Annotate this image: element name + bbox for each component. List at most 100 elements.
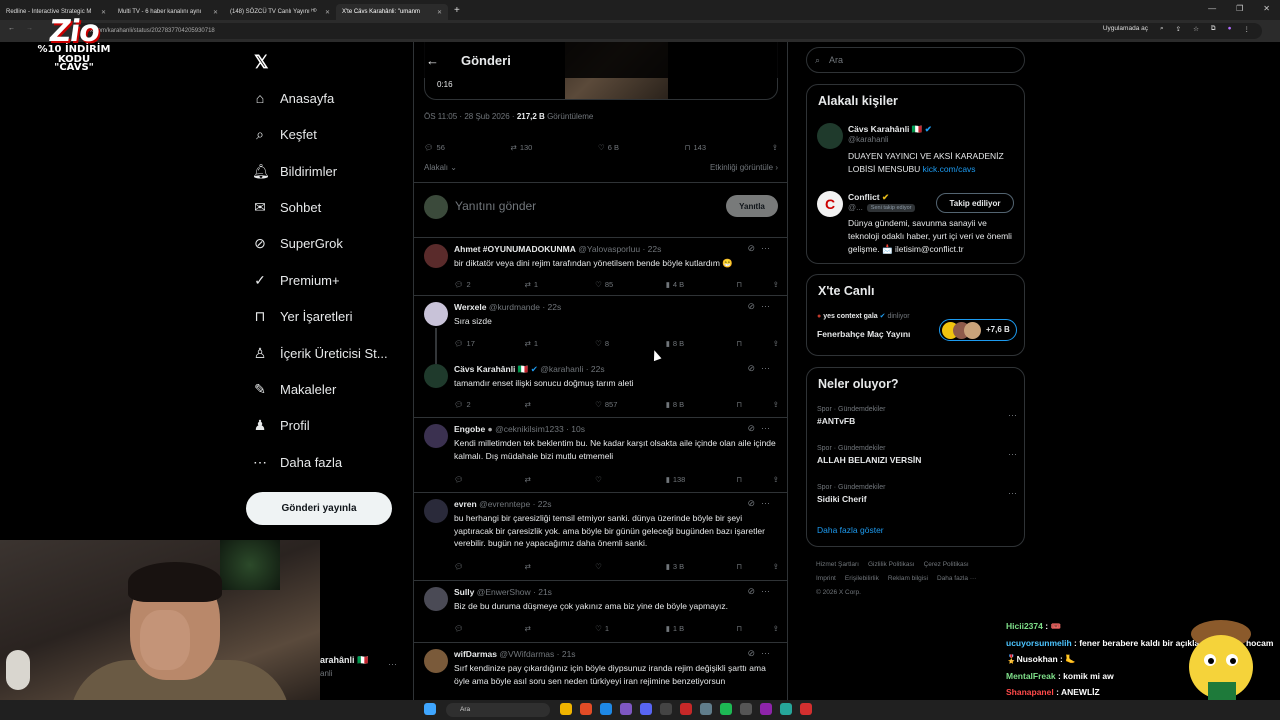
bookmark-action[interactable]: ⊓ 143 xyxy=(685,143,706,152)
more-icon[interactable]: ⋯ xyxy=(1008,488,1017,499)
close-tab-icon[interactable]: ✕ xyxy=(325,9,330,16)
browser-tab[interactable]: (148) SÖZCÜ TV Canlı Yayını ᴴᴰ ✕ xyxy=(224,4,336,20)
star-icon[interactable]: ☆ xyxy=(1193,25,1199,33)
author-handle[interactable]: @kurdmande · 22s xyxy=(489,302,561,312)
more-icon[interactable]: ⋯ xyxy=(761,423,776,433)
nav-item-articles[interactable]: ✎ Makaleler xyxy=(252,381,336,397)
app-icon[interactable] xyxy=(760,703,772,715)
more-icon[interactable]: ⋯ xyxy=(1008,449,1017,460)
author-handle[interactable]: @evrenntepe · 22s xyxy=(479,499,551,509)
reply-action[interactable]: 💬︎ 2 xyxy=(454,400,494,409)
share-icon[interactable]: ⇪ xyxy=(773,475,779,484)
share-icon[interactable]: ⇪ xyxy=(773,280,779,289)
footer-link[interactable]: Hizmet Şartları xyxy=(816,561,859,568)
views-action[interactable]: ▮ 3 B xyxy=(666,562,706,571)
avatar[interactable] xyxy=(424,244,448,268)
url-field[interactable]: x.com/karahanli/status/20278377042059307… xyxy=(72,23,1262,39)
share-icon[interactable]: ⇪ xyxy=(773,624,779,633)
author-handle[interactable]: @VWifdarmas · 21s xyxy=(499,649,575,659)
close-tab-icon[interactable]: ✕ xyxy=(101,9,106,16)
chrome-icon[interactable] xyxy=(580,703,592,715)
avatar[interactable] xyxy=(424,424,448,448)
app-icon[interactable] xyxy=(700,703,712,715)
grok-icon[interactable]: ⊘ xyxy=(747,648,761,658)
edge-icon[interactable] xyxy=(600,703,612,715)
author-handle[interactable]: @karahanli · 22s xyxy=(540,364,604,374)
views-action[interactable]: ▮ 8 B xyxy=(666,339,706,348)
profile-icon[interactable]: ● xyxy=(1228,25,1232,33)
nav-item-explore[interactable]: ⌕ Keşfet xyxy=(252,126,317,142)
grok-icon[interactable]: ⊘ xyxy=(747,423,761,433)
reply-tweet[interactable]: Werxele @kurdmande · 22s ⊘⋯ Sıra sizde 💬… xyxy=(414,296,787,364)
footer-link[interactable]: Imprint xyxy=(816,575,836,582)
back-arrow-icon[interactable]: ← xyxy=(426,53,439,68)
author-name[interactable]: Engobe xyxy=(454,424,485,434)
browser-tab[interactable]: Multi TV - 6 haber kanalını aynı ✕ xyxy=(112,4,224,20)
repost-action[interactable]: ⇄ 1 xyxy=(525,280,565,289)
file-explorer-icon[interactable] xyxy=(560,703,572,715)
person-name[interactable]: Cävs Karahânli 🇮🇹 ✔ xyxy=(848,124,932,135)
reply-action[interactable]: 💬︎ 56 xyxy=(424,143,445,152)
avatar[interactable] xyxy=(424,364,448,388)
author-name[interactable]: Cävs Karahânli 🇮🇹 xyxy=(454,364,528,374)
avatar[interactable] xyxy=(424,649,448,673)
bookmark-icon[interactable]: ⊓ xyxy=(736,339,742,348)
like-action[interactable]: ♡ 857 xyxy=(595,400,635,409)
search-input[interactable]: ⌕ Ara xyxy=(806,47,1025,73)
discord-icon[interactable] xyxy=(640,703,652,715)
author-handle[interactable]: @ceknikilsim1233 · 10s xyxy=(495,424,585,434)
more-icon[interactable]: ⋯ xyxy=(761,586,776,596)
new-tab-icon[interactable]: + xyxy=(454,5,460,16)
menu-icon[interactable]: ⋮ xyxy=(1244,25,1251,33)
reply-action[interactable]: 💬︎ 17 xyxy=(454,339,494,348)
nav-item-notifications[interactable]: 🔔︎ Bildirimler xyxy=(252,163,337,179)
following-button[interactable]: Takip ediliyor xyxy=(936,193,1014,213)
footer-link[interactable]: Reklam bilgisi xyxy=(888,575,928,582)
views-action[interactable]: ▮ 8 B xyxy=(666,400,706,409)
reply-tweet[interactable]: wifDarmas @VWifdarmas · 21s ⊘⋯ Sırf kend… xyxy=(414,643,787,700)
footer-link[interactable]: Daha fazla ··· xyxy=(937,575,976,582)
open-in-app-button[interactable]: Uygulamada aç xyxy=(1103,25,1148,33)
views-action[interactable]: ▮ 4 B xyxy=(666,280,706,289)
more-icon[interactable]: ⋯ xyxy=(761,498,776,508)
grok-icon[interactable]: ⊘ xyxy=(747,301,761,311)
repost-action[interactable]: ⇄ xyxy=(525,624,565,633)
nav-item-profile[interactable]: ♟ Profil xyxy=(252,417,310,433)
bookmark-icon[interactable]: ⊓ xyxy=(736,475,742,484)
reply-action[interactable]: 💬︎ 2 xyxy=(454,280,494,289)
reply-tweet[interactable]: Sully @EnwerShow · 21s ⊘⋯ Biz de bu duru… xyxy=(414,581,787,643)
spotify-icon[interactable] xyxy=(720,703,732,715)
back-icon[interactable]: ← xyxy=(8,25,15,32)
share-icon[interactable]: ⇪ xyxy=(773,339,779,348)
footer-link[interactable]: Gizlilik Politikası xyxy=(868,561,915,568)
reply-input[interactable]: Yanıtını gönder xyxy=(455,199,536,213)
browser-tab-active[interactable]: X'te Cävs Karahânli: "umanm ✕ xyxy=(336,4,448,20)
minimize-icon[interactable]: — xyxy=(1208,4,1216,13)
avatar[interactable] xyxy=(424,302,448,326)
post-button[interactable]: Gönderi yayınla xyxy=(246,492,392,525)
nav-item-messages[interactable]: ✉ Sohbet xyxy=(252,199,321,215)
taskbar-search[interactable]: Ara xyxy=(446,703,550,717)
repost-action[interactable]: ⇄ 1 xyxy=(525,339,565,348)
footer-link[interactable]: Çerez Politikası xyxy=(924,561,969,568)
repost-action[interactable]: ⇄ 130 xyxy=(511,143,533,152)
more-icon[interactable]: ⋯ xyxy=(761,648,776,658)
sort-dropdown[interactable]: Alakalı ⌄ xyxy=(424,163,457,172)
views-action[interactable]: ▮ 138 xyxy=(666,475,706,484)
nav-item-bookmarks[interactable]: ⊓ Yer İşaretleri xyxy=(252,308,353,324)
x-logo-icon[interactable]: 𝕏 xyxy=(254,52,269,73)
maximize-icon[interactable]: ❐ xyxy=(1236,4,1243,13)
app-icon[interactable] xyxy=(780,703,792,715)
like-action[interactable]: ♡ 85 xyxy=(595,280,635,289)
zoom-icon[interactable]: ⌕ xyxy=(1160,25,1164,33)
app-icon[interactable] xyxy=(800,703,812,715)
reply-tweet[interactable]: Cävs Karahânli 🇮🇹 ✔ @karahanli · 22s ⊘⋯ … xyxy=(414,358,787,418)
avatar[interactable] xyxy=(424,499,448,523)
more-icon[interactable]: ⋯ xyxy=(1008,410,1017,421)
bio-link[interactable]: kick.com/cavs xyxy=(923,164,976,174)
nav-item-premium[interactable]: ✓ Premium+ xyxy=(252,272,339,288)
reply-tweet[interactable]: Engobe ● @ceknikilsim1233 · 10s ⊘⋯ Kendi… xyxy=(414,418,787,493)
close-tab-icon[interactable]: ✕ xyxy=(437,9,442,16)
author-handle[interactable]: @EnwerShow · 21s xyxy=(477,587,552,597)
live-listeners[interactable]: +7,6 B xyxy=(939,319,1017,341)
